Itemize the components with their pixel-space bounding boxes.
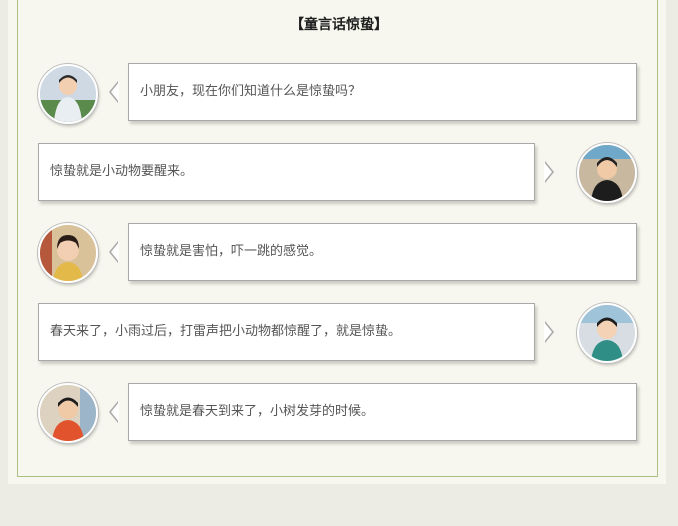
child-photo-icon — [40, 66, 96, 122]
child-photo-icon — [579, 305, 635, 361]
chat-bubble: 春天来了，小雨过后，打雷声把小动物都惊醒了，就是惊蛰。 — [38, 303, 554, 361]
avatar-photo — [577, 143, 637, 203]
chat-bubble: 惊蛰就是害怕，吓一跳的感觉。 — [109, 223, 637, 281]
avatar-photo — [38, 223, 98, 283]
chat-bubble: 惊蛰就是小动物要醒来。 — [38, 143, 554, 201]
section-title: 【童言话惊蛰】 — [290, 17, 388, 33]
avatar-photo — [38, 383, 98, 443]
chat-bubble: 惊蛰就是春天到来了，小树发芽的时候。 — [109, 383, 637, 441]
child-photo-icon — [40, 385, 96, 441]
avatar-photo — [577, 303, 637, 363]
chat-bubble: 小朋友，现在你们知道什么是惊蛰吗？ — [109, 63, 637, 121]
child-photo-icon — [579, 145, 635, 201]
avatar-photo — [38, 64, 98, 124]
child-photo-icon — [40, 225, 96, 281]
